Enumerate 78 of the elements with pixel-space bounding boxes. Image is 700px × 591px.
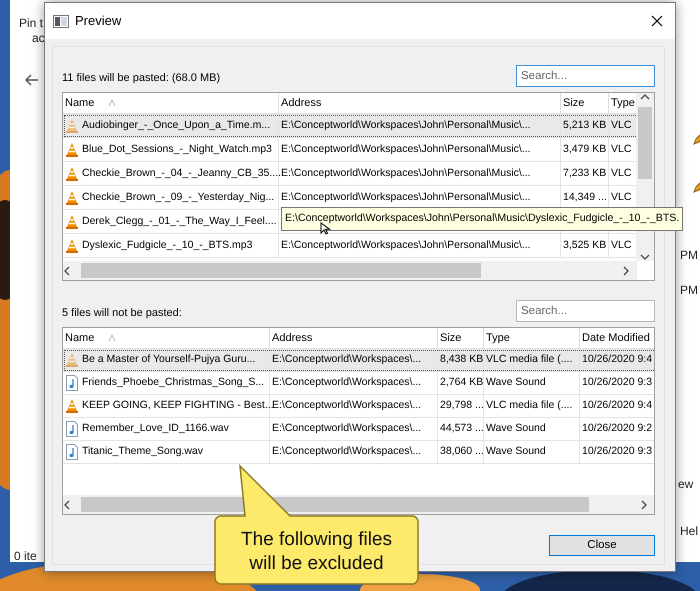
close-button[interactable]: Close [549, 535, 655, 556]
table-cell: E:\Conceptworld\Workspaces\John\Personal\Music\... [279, 162, 561, 186]
table-cell: 10/26/2020 9:2 [580, 418, 654, 441]
table-cell: 29,798 ... [438, 395, 484, 418]
traffic-cone-icon [65, 214, 79, 230]
table-cell: 8,438 KB [438, 349, 484, 372]
window-title: Preview [75, 12, 122, 30]
scroll-up-icon[interactable] [640, 93, 650, 101]
table-row[interactable]: Friends_Phoebe_Christmas_Song_S... E:\Conceptworld\Workspaces\... 2,764 KB Wave Sound 10/26/2020 9:3 [63, 372, 654, 395]
mouse-cursor-icon [320, 222, 331, 236]
music-file-icon [65, 444, 79, 460]
table-cell: E:\Conceptworld\Workspaces\John\Personal\Music\... [279, 234, 561, 258]
search-field[interactable]: Search... [516, 65, 655, 87]
horizontal-scrollbar[interactable] [63, 495, 654, 514]
table-cell: 5,213 KB [561, 114, 609, 138]
table-cell: E:\Conceptworld\Workspaces\... [270, 441, 438, 464]
search-field[interactable]: Search... [516, 300, 655, 322]
traffic-cone-icon [65, 238, 79, 254]
table-cell-text: Audiobinger_-_Once_Upon_a_Time.m... [82, 118, 270, 133]
table-cell: E:\Conceptworld\Workspaces\... [270, 372, 438, 395]
side-button[interactable]: Hel [680, 522, 698, 540]
table-cell: 10/26/2020 9:3 [580, 372, 654, 395]
table-cell: 3,525 KB [561, 234, 609, 258]
close-icon[interactable] [651, 15, 663, 27]
tooltip: E:\Conceptworld\Workspaces\John\Personal\Music\Dyslexic_Fudgicle_-_10_-_BTS. [281, 207, 684, 231]
table-cell: 10/26/2020 9:3 [580, 441, 654, 464]
table-cell-text: Blue_Dot_Sessions_-_Night_Watch.mp3 [82, 142, 272, 157]
table-cell-text: Titanic_Theme_Song.wav [82, 444, 204, 460]
table-cell: 44,573 ... [438, 418, 484, 441]
table-cell-text: Checkie_Brown_-_04_-_Jeanny_CB_35.... [82, 166, 282, 181]
traffic-cone-icon [65, 398, 79, 414]
table-cell-text: Remember_Love_ID_1166.wav [82, 421, 229, 436]
table-cell: Wave Sound [484, 418, 580, 441]
table-cell: 7,233 KB [561, 162, 609, 186]
table-row[interactable]: KEEP GOING, KEEP FIGHTING - Best...E:\Conceptworld\Workspaces\... 29,798 ... VLC media file (.... 10/26/2020 9:4 [63, 395, 654, 418]
table-cell-text: Dyslexic_Fudgicle_-_10_-_BTS.mp3 [82, 238, 252, 253]
table-cell-text: Friends_Phoebe_Christmas_Song_S... [82, 375, 264, 390]
table-cell: E:\Conceptworld\Workspaces\... [270, 349, 438, 372]
table-cell: 10/26/2020 9:4 [580, 395, 654, 418]
section-label: 11 files will be pasted: (68.0 MB) [62, 70, 220, 86]
time-field[interactable]: PM [680, 246, 698, 264]
window-icon [53, 14, 69, 28]
traffic-cone-icon [65, 118, 79, 134]
table-row[interactable]: Remember_Love_ID_1166.wav E:\Conceptworld\Workspaces\... 44,573 ... Wave Sound 10/26/2020 9:2 [63, 418, 654, 441]
table-cell-text: KEEP GOING, KEEP FIGHTING - Best... [82, 398, 274, 414]
scroll-down-icon[interactable] [640, 253, 650, 261]
table-row[interactable]: Titanic_Theme_Song.wav E:\Conceptworld\Workspaces\... 38,060 ... Wave Sound 10/26/2020 9:3 [63, 441, 654, 464]
traffic-cone-icon [65, 190, 79, 206]
table-cell: E:\Conceptworld\Workspaces\... [270, 418, 438, 441]
section-label: 5 files will not be pasted: [62, 306, 182, 320]
table-cell-text: Be a Master of Yourself-Pujya Guru... [82, 352, 256, 368]
table-cell: E:\Conceptworld\Workspaces\John\Personal\Music\... [279, 138, 561, 162]
table-cell: VLC media file (.... [484, 395, 580, 418]
music-file-icon [65, 421, 79, 437]
callout-text: The following files will be excluded [240, 528, 394, 576]
table-cell-text: Checkie_Brown_-_09_-_Yesterday_Nig... [82, 190, 274, 205]
traffic-cone-icon [65, 166, 79, 182]
table-cell: 2,764 KB [438, 372, 484, 395]
pin-label[interactable]: Pin t [19, 14, 44, 32]
traffic-cone-icon [65, 142, 79, 158]
table-cell: Wave Sound [484, 372, 580, 395]
table-row[interactable]: Audiobinger_-_Once_Upon_a_Time.m... E:\Conceptworld\Workspaces\John\Personal\Music\... 5,213 KB VLC [63, 114, 639, 138]
table-cell-text: Derek_Clegg_-_01_-_The_Way_I_Feel.... [82, 214, 277, 229]
table-row[interactable]: Be a Master of Yourself-Pujya Guru... E:\Conceptworld\Workspaces\... 8,438 KB VLC media file (.... 10/26/2020 9:4 [63, 349, 654, 372]
table-cell: 3,479 KB [561, 138, 609, 162]
music-file-icon [65, 375, 79, 391]
back-arrow-icon[interactable] [24, 73, 40, 87]
pin-label[interactable]: ac [32, 29, 45, 47]
time-field[interactable]: PM [680, 281, 698, 299]
side-button[interactable]: ew [678, 475, 694, 493]
table-cell: VLC media file (.... [484, 349, 580, 372]
horizontal-scrollbar[interactable] [63, 261, 637, 280]
table-cell: 38,060 ... [438, 441, 484, 464]
traffic-cone-icon [65, 352, 79, 368]
table-cell: E:\Conceptworld\Workspaces\John\Personal\Music\... [279, 114, 561, 138]
table-cell: Wave Sound [484, 441, 580, 464]
status-text: 0 ite [14, 548, 37, 565]
table-cell: 10/26/2020 9:4 [580, 349, 654, 372]
